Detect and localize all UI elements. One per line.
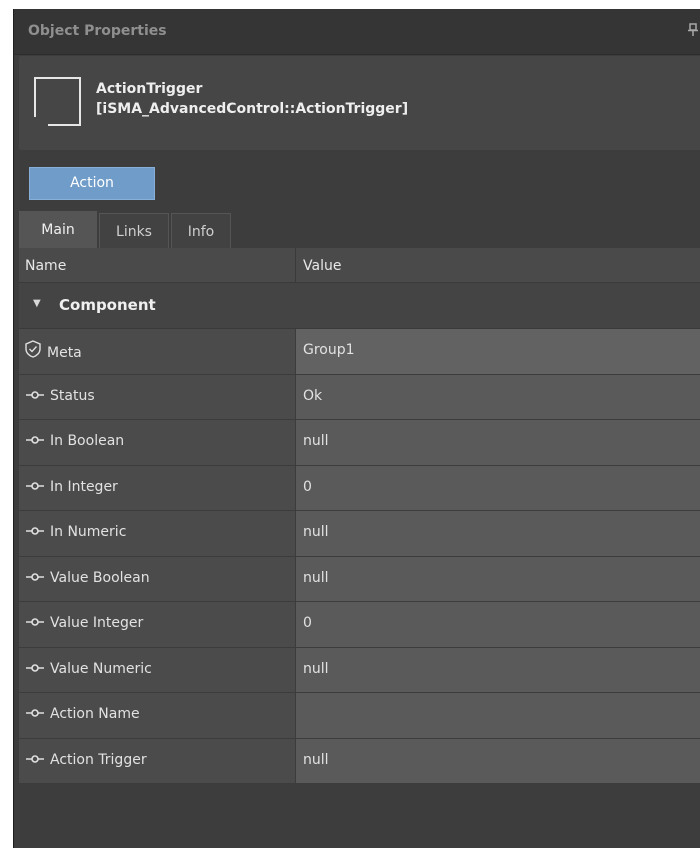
tab-main[interactable]: Main: [19, 211, 97, 249]
background-strip-top: [0, 0, 700, 9]
property-label: Action Name: [25, 706, 140, 722]
meta-label: Meta: [47, 345, 82, 361]
tab-info[interactable]: Info: [171, 213, 231, 249]
property-value-cell[interactable]: 0: [296, 465, 700, 510]
caret-down-icon[interactable]: ▼: [33, 298, 41, 309]
column-divider[interactable]: [295, 248, 296, 283]
property-value-cell[interactable]: null: [296, 511, 700, 556]
property-value-cell[interactable]: Ok: [296, 374, 700, 419]
slot-value: null: [303, 433, 329, 449]
property-row-in-integer[interactable]: In Integer 0: [19, 465, 700, 511]
property-name-cell: Value Boolean: [19, 556, 296, 601]
slot-value: null: [303, 751, 329, 768]
property-row-value-boolean[interactable]: Value Boolean null: [19, 556, 700, 602]
property-label: Value Boolean: [25, 570, 150, 586]
slot-connector-icon: [25, 480, 45, 492]
component-icon: [34, 77, 82, 126]
slot-connector-icon: [25, 434, 45, 446]
column-header-value[interactable]: Value: [303, 258, 341, 274]
slot-value: 0: [303, 478, 312, 495]
property-row-value-numeric[interactable]: Value Numeric null: [19, 647, 700, 693]
group-label: Component: [59, 296, 156, 314]
properties-grid: Name Value ▼ Component Meta Group1 Statu…: [19, 248, 700, 784]
property-name-cell: Value Numeric: [19, 647, 296, 692]
property-label: In Integer: [25, 479, 118, 495]
property-value-cell[interactable]: null: [296, 420, 700, 465]
object-name: ActionTrigger: [96, 81, 203, 97]
slot-connector-icon: [25, 571, 45, 583]
property-label: Meta: [25, 340, 82, 364]
grid-header: Name Value: [19, 248, 700, 283]
property-value-cell[interactable]: null: [296, 556, 700, 601]
property-name-cell: In Numeric: [19, 511, 296, 556]
panel-title: Object Properties: [28, 23, 167, 39]
slot-value: null: [303, 569, 329, 586]
property-value-cell[interactable]: [296, 693, 700, 738]
group-row-component[interactable]: ▼ Component: [19, 283, 700, 329]
property-value-cell[interactable]: null: [296, 647, 700, 692]
slot-name: In Boolean: [50, 433, 125, 449]
slot-value: null: [303, 660, 329, 677]
property-value-cell[interactable]: Group1: [296, 329, 700, 374]
object-header: ActionTrigger [iSMA_AdvancedControl::Act…: [19, 56, 700, 150]
property-name-cell: Meta: [19, 329, 296, 374]
property-label: In Numeric: [25, 524, 126, 540]
property-label: Status: [25, 388, 95, 404]
property-label: Action Trigger: [25, 752, 147, 768]
property-label: Value Integer: [25, 615, 143, 631]
object-type: [iSMA_AdvancedControl::ActionTrigger]: [96, 101, 409, 117]
slot-connector-icon: [25, 389, 45, 401]
slot-connector-icon: [25, 525, 45, 537]
meta-value: Group1: [303, 342, 355, 358]
slot-connector-icon: [25, 616, 45, 628]
slot-name: Value Boolean: [50, 569, 150, 586]
property-row-value-integer[interactable]: Value Integer 0: [19, 602, 700, 648]
property-name-cell: Action Name: [19, 693, 296, 738]
property-name-cell: In Integer: [19, 465, 296, 510]
slot-connector-icon: [25, 662, 45, 674]
property-row-in-numeric[interactable]: In Numeric null: [19, 511, 700, 557]
property-row-status[interactable]: Status Ok: [19, 374, 700, 420]
property-name-cell: Status: [19, 374, 296, 419]
tab-links[interactable]: Links: [99, 213, 169, 249]
property-row-action-name[interactable]: Action Name: [19, 693, 700, 739]
action-button[interactable]: Action: [29, 167, 155, 200]
slot-name: In Numeric: [50, 524, 127, 540]
property-label: In Boolean: [25, 433, 124, 449]
property-row-meta[interactable]: Meta Group1: [19, 329, 700, 375]
property-label: Value Numeric: [25, 661, 152, 677]
slot-name: In Integer: [50, 478, 118, 495]
object-properties-panel: Object Properties ActionTrigger [iSMA_Ad…: [13, 9, 700, 848]
slot-connector-icon: [25, 707, 45, 719]
property-value-cell[interactable]: null: [296, 738, 700, 783]
slot-value: null: [303, 524, 329, 540]
panel-titlebar: Object Properties: [14, 9, 700, 55]
slot-value: Ok: [303, 387, 323, 404]
slot-name: Action Trigger: [50, 751, 147, 768]
property-value-cell[interactable]: 0: [296, 602, 700, 647]
property-row-action-trigger[interactable]: Action Trigger null: [19, 738, 700, 784]
slot-name: Status: [50, 387, 95, 404]
slot-rows: Status Ok In Boolean null In Integer 0 In Nume…: [19, 374, 700, 784]
slot-name: Value Integer: [50, 615, 144, 631]
slot-connector-icon: [25, 753, 45, 765]
property-name-cell: Action Trigger: [19, 738, 296, 783]
pin-icon[interactable]: [688, 23, 698, 40]
slot-name: Action Name: [50, 706, 140, 722]
property-name-cell: Value Integer: [19, 602, 296, 647]
slot-name: Value Numeric: [50, 660, 152, 677]
property-row-in-boolean[interactable]: In Boolean null: [19, 420, 700, 466]
property-name-cell: In Boolean: [19, 420, 296, 465]
meta-shield-icon: [25, 340, 41, 362]
slot-value: 0: [303, 615, 312, 631]
column-header-name[interactable]: Name: [25, 258, 66, 274]
background-strip-left: [0, 9, 13, 848]
